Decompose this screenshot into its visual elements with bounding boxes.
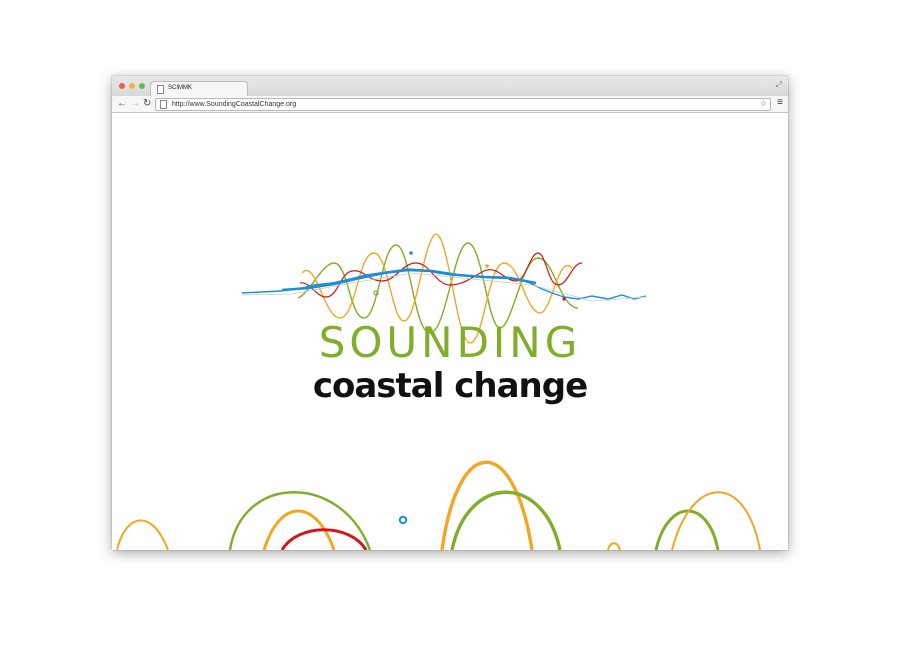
logo-dot [409,251,413,255]
url-text[interactable]: http://www.SoundingCoastalChange.org [172,100,296,109]
address-bar[interactable]: http://www.SoundingCoastalChange.org ☆ [155,98,771,111]
deco-arc-red [280,528,368,550]
browser-toolbar: ← → ↻ http://www.SoundingCoastalChange.o… [112,96,788,113]
star-icon[interactable]: ☆ [760,99,767,109]
browser-window: SCIMMK ⤢ ← → ↻ http://www.SoundingCoasta… [112,76,788,550]
deco-arc-green [228,491,372,550]
deco-arc-orange [607,542,621,550]
deco-arc-orange [116,519,169,550]
reload-icon[interactable]: ↻ [143,97,151,110]
page-icon [160,100,167,109]
maximize-window-button[interactable] [139,83,145,89]
logo-title-coastal-change: coastal change [312,366,588,406]
logo-dot [562,297,566,301]
deco-arc-green [450,490,562,550]
page-icon [157,85,164,94]
deco-ring-blue [398,515,408,525]
forward-arrow-icon[interactable]: → [130,97,140,110]
logo-title-sounding: SOUNDING [318,318,582,367]
tab-bar: SCIMMK ⤢ [112,76,788,97]
minimize-window-button[interactable] [129,83,135,89]
page-content: SOUNDING coastal change [112,113,788,550]
browser-tab[interactable]: SCIMMK [150,81,248,97]
close-window-button[interactable] [119,83,125,89]
back-arrow-icon[interactable]: ← [117,97,127,110]
expand-icon[interactable]: ⤢ [776,80,782,90]
logo-wave-red [299,252,583,298]
logo-dot [485,264,489,268]
deco-arc-green [654,509,720,550]
hamburger-menu-icon[interactable]: ≡ [777,97,783,109]
tab-title: SCIMMK [168,85,192,91]
